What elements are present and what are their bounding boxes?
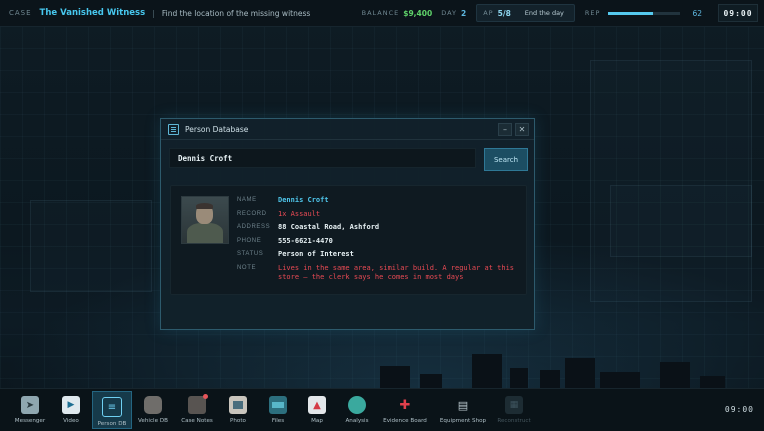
balance-label: BALANCE [361,9,400,17]
window-title: Person Database [185,124,249,134]
record-field-phone: PHONE 555-6621-4470 [237,236,522,250]
taskbar-messenger[interactable]: ➤ Messenger [10,391,50,429]
reputation-bar [608,11,681,15]
person-record-card: NAME Dennis Croft RECORD 1x Assault ADDRESS 8… [170,185,527,295]
ap-label: AP [483,9,494,17]
field-label: PHONE [237,237,262,244]
case-title: The Vanished Witness [39,8,146,18]
pin-icon: ✚ [399,397,411,413]
top-clock: 09:00 [718,4,758,22]
reconstruct-icon: ▦ [505,396,523,414]
reputation-bar-fill [608,11,654,15]
record-field-name: NAME Dennis Croft [237,195,522,209]
taskbar-label: Evidence Board [383,418,427,424]
portrait-photo [181,196,229,244]
taskbar-map[interactable]: ▲ Map [297,391,337,429]
taskbar-clock: 09:00 [724,405,754,414]
record-fields: NAME Dennis Croft RECORD 1x Assault ADDRESS 8… [237,195,522,282]
search-button[interactable]: Search [484,148,528,171]
taskbar-label: Messenger [14,418,46,424]
taskbar: 09:00 ➤ Messenger ▶ Video ≡ Person DB Vehicle … [0,388,764,431]
field-label: RECORD [237,210,267,217]
taskbar-label: Photo [230,418,246,424]
photo-icon [229,396,247,414]
case-objective: Find the location of the missing witness [161,8,311,18]
top-bar: CASE The Vanished Witness | Find the loc… [0,0,764,27]
database-icon [168,123,179,135]
record-field-status: STATUS Person of Interest [237,249,522,263]
taskbar-label: Equipment Shop [439,418,487,424]
files-icon [269,396,287,414]
field-label: NOTE [237,264,257,271]
notes-icon [188,394,208,414]
title-separator: | [152,8,155,18]
taskbar-evidence-board[interactable]: ✚ Evidence Board [382,391,428,429]
taskbar-label: Reconstruct [497,418,531,424]
car-icon [144,396,162,414]
taskbar-label: Person DB [97,421,127,427]
city-skyline [0,328,764,388]
record-field-record: RECORD 1x Assault [237,209,522,223]
rep-value: 62 [692,8,702,18]
end-day-button[interactable]: End the day [521,7,568,19]
person-search-input[interactable] [169,148,476,168]
taskbar-label: Files [271,418,285,424]
search-row: Search [169,148,528,171]
taskbar-label: Case Notes [181,418,213,424]
taskbar-label: Video [63,418,79,424]
record-field-note: NOTE Lives in the same area, similar buil… [237,263,522,282]
minimize-button[interactable]: – [498,123,512,136]
taskbar-reconstruct: ▦ Reconstruct [494,391,534,429]
taskbar-case-notes[interactable]: Case Notes [177,391,217,429]
record-field-address: ADDRESS 88 Coastal Road, Ashford [237,222,522,236]
field-label: NAME [237,197,257,203]
taskbar-label: Vehicle DB [138,418,168,424]
case-label: CASE [9,9,32,17]
field-value: Lives in the same area, similar build. A… [278,263,515,282]
balance-value: $9,400 [403,8,433,18]
person-database-window: Person Database – ✕ Search NAME Dennis Cr… [160,118,535,330]
database-icon: ≡ [102,397,122,417]
field-value: Dennis Croft [278,196,329,204]
taskbar-video[interactable]: ▶ Video [51,391,91,429]
taskbar-person-db[interactable]: ≡ Person DB [92,391,132,429]
taskbar-files[interactable]: Files [258,391,298,429]
taskbar-vehicle-db[interactable]: Vehicle DB [133,391,173,429]
rep-label: REP [584,9,601,17]
messenger-icon: ➤ [21,396,39,414]
field-value: 88 Coastal Road, Ashford [278,223,380,231]
taskbar-equipment-shop[interactable]: ▤ Equipment Shop [440,391,486,429]
notification-badge [203,394,208,399]
field-value: 555-6621-4470 [278,236,333,245]
taskbar-label: Map [311,418,323,424]
taskbar-photo[interactable]: Photo [218,391,258,429]
ap-value: 5/8 [497,8,511,18]
video-icon: ▶ [62,396,80,414]
window-titlebar[interactable]: Person Database – ✕ [161,119,534,140]
day-label: DAY [441,9,458,17]
field-label: ADDRESS [237,224,271,230]
taskbar-label: Analysis [345,418,369,424]
field-value: 1x Assault [278,209,321,218]
field-value: Person of Interest [278,250,354,258]
close-button[interactable]: ✕ [515,123,529,136]
map-icon: ▲ [308,396,326,414]
field-label: STATUS [237,251,264,257]
day-value: 2 [461,8,467,18]
analysis-icon [348,396,366,414]
shop-icon: ▤ [457,398,469,412]
taskbar-analysis[interactable]: Analysis [337,391,377,429]
action-points-box: AP 5/8 End the day [476,4,575,22]
